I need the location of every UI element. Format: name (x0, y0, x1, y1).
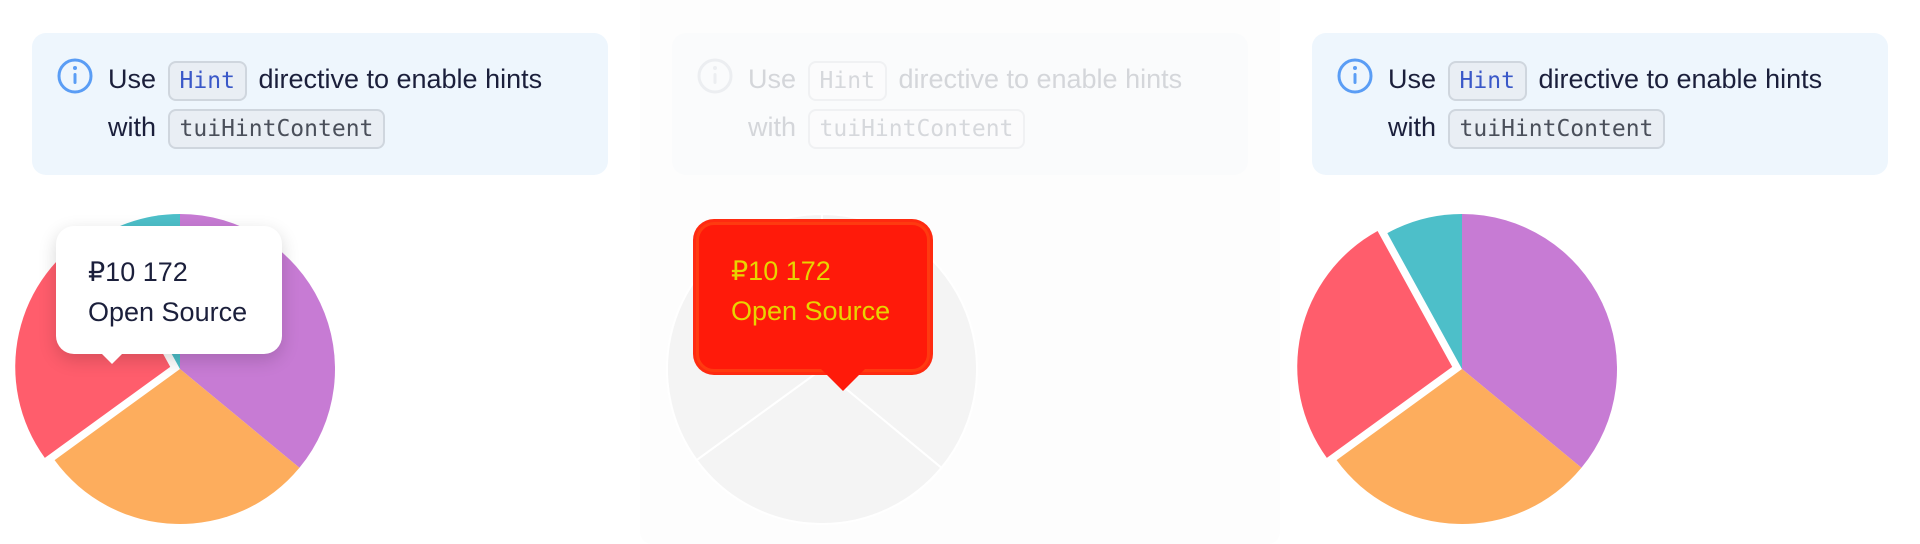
tooltip-label: Open Source (88, 297, 248, 327)
hint-code: Hint (167, 60, 247, 101)
notice-text-middle: directive to enable hints (898, 64, 1183, 94)
notice-text-middle: directive to enable hints (258, 64, 543, 94)
info-icon (57, 58, 93, 94)
hint-notice: Use Hint directive to enable hints with … (1312, 33, 1888, 175)
info-icon (697, 58, 733, 94)
tooltip-value: ₽10 172 (731, 256, 831, 286)
pie-chart[interactable] (1292, 214, 1632, 534)
notice-text-use: Use (108, 64, 157, 94)
notice-text-use: Use (1388, 64, 1437, 94)
notice-text-middle: directive to enable hints (1538, 64, 1823, 94)
notice-text-with: with (1388, 112, 1437, 142)
hint-code: Hint (1447, 60, 1527, 101)
pie-tooltip-glitched: ₽10 172 Open Source (696, 222, 930, 391)
notice-text-with: with (108, 112, 157, 142)
chart-panel-2-disabled: Use Hint directive to enable hints with … (640, 0, 1280, 544)
info-icon (1337, 58, 1373, 94)
tooltip-label: Open Source (731, 296, 891, 326)
hint-notice-disabled: Use Hint directive to enable hints with … (672, 33, 1248, 175)
notice-text-with: with (748, 112, 797, 142)
hint-notice: Use Hint directive to enable hints with … (32, 33, 608, 175)
hint-content-code: tuiHintContent (807, 108, 1026, 149)
notice-text-use: Use (748, 64, 797, 94)
hint-content-code: tuiHintContent (167, 108, 386, 149)
chart-panel-1: Use Hint directive to enable hints with … (0, 0, 640, 544)
pie-tooltip: ₽10 172 Open Source (56, 226, 282, 364)
hint-code: Hint (807, 60, 887, 101)
chart-panel-3: Use Hint directive to enable hints with … (1280, 0, 1920, 544)
tooltip-value: ₽10 172 (88, 257, 188, 287)
hint-content-code: tuiHintContent (1447, 108, 1666, 149)
